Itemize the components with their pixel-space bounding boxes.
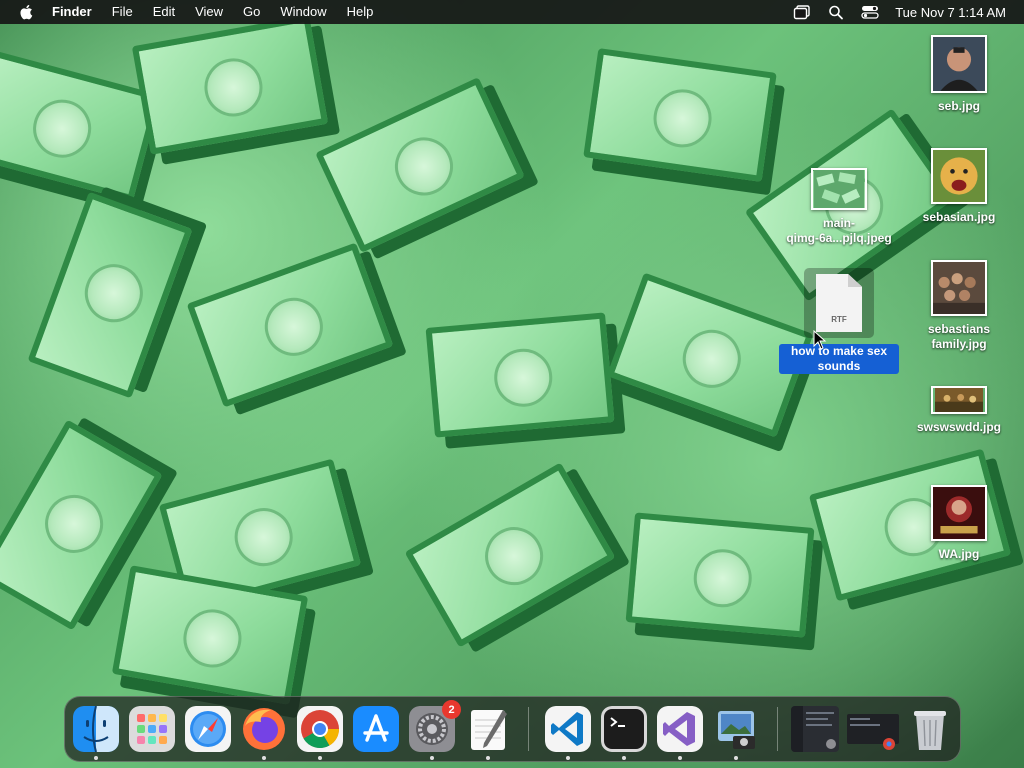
textedit-icon <box>471 710 507 750</box>
dock-launchpad[interactable] <box>129 706 175 752</box>
desktop-file-wa[interactable]: WA.jpg <box>904 485 1014 562</box>
desktop-file-seb[interactable]: seb.jpg <box>904 35 1014 114</box>
photo-thumbnail-icon <box>811 168 867 210</box>
running-indicator <box>318 756 322 760</box>
desktop-file-label: main- qimg-6a...pjlq.jpeg <box>786 216 892 245</box>
visual-studio-icon <box>657 706 703 752</box>
running-indicator <box>566 756 570 760</box>
desktop-file-swswswdd[interactable]: swswswdd.jpg <box>904 386 1014 435</box>
desktop-file-sebastians-family[interactable]: sebastians family.jpg <box>904 260 1014 352</box>
dock-divider <box>528 707 529 751</box>
running-indicator <box>94 756 98 760</box>
desktop-file-label: swswswdd.jpg <box>916 420 1001 434</box>
desktop-wallpaper <box>0 0 1024 768</box>
desktop-file-label: sebasian.jpg <box>922 210 996 224</box>
running-indicator <box>622 756 626 760</box>
running-indicator <box>262 756 266 760</box>
menu-go[interactable]: Go <box>233 0 270 24</box>
launchpad-icon <box>129 706 175 752</box>
photo-thumbnail-icon <box>931 148 987 204</box>
photo-thumbnail-icon <box>931 35 987 93</box>
desktop-file-sebasian[interactable]: sebasian.jpg <box>904 148 1014 225</box>
dock-trash[interactable] <box>907 706 953 752</box>
desktop-file-label: WA.jpg <box>938 547 980 561</box>
dock-firefox[interactable] <box>241 706 287 752</box>
mouse-pointer-icon <box>813 330 827 350</box>
selection-highlight: RTF <box>804 268 874 338</box>
apple-menu-icon[interactable] <box>18 3 36 21</box>
dock-terminal[interactable] <box>601 706 647 752</box>
menu-window[interactable]: Window <box>270 0 336 24</box>
trash-icon <box>914 711 946 750</box>
app-store-icon <box>353 706 399 752</box>
menu-file[interactable]: File <box>102 0 143 24</box>
dock-finder[interactable] <box>73 705 119 753</box>
vscode-icon <box>545 706 591 752</box>
photo-thumbnail-icon <box>931 260 987 316</box>
running-indicator <box>430 756 434 760</box>
running-indicator <box>678 756 682 760</box>
control-center-icon[interactable] <box>861 4 879 20</box>
menu-app-name[interactable]: Finder <box>36 0 102 24</box>
minimized-window-2-icon <box>847 714 899 750</box>
menu-edit[interactable]: Edit <box>143 0 185 24</box>
file-kind-text: RTF <box>831 315 847 324</box>
finder-icon <box>73 705 119 753</box>
dock-minimized-window-1[interactable] <box>791 706 839 752</box>
running-indicator <box>486 756 490 760</box>
chrome-icon <box>297 706 343 752</box>
desktop-file-rtf-document[interactable]: RTF how to make sex sounds <box>779 268 899 374</box>
dock-app-store[interactable] <box>353 706 399 752</box>
spotlight-search-icon[interactable] <box>827 4 845 20</box>
dock-system-settings[interactable]: 2 <box>409 700 461 752</box>
firefox-icon <box>243 708 285 750</box>
terminal-icon <box>601 706 647 752</box>
menu-view[interactable]: View <box>185 0 233 24</box>
dock-vscode[interactable] <box>545 706 591 752</box>
dock: 2 <box>64 696 961 762</box>
notification-badge: 2 <box>442 700 461 719</box>
preview-icon <box>718 711 755 749</box>
dock-minimized-window-2[interactable] <box>847 706 899 752</box>
dock-safari[interactable] <box>185 706 231 752</box>
status-area: Tue Nov 7 1:14 AM <box>793 4 1024 20</box>
photo-thumbnail-icon <box>931 485 987 541</box>
photo-thumbnail-icon <box>931 386 987 414</box>
rtf-document-icon: RTF <box>816 274 862 332</box>
menu-help[interactable]: Help <box>337 0 384 24</box>
dock-visual-studio[interactable] <box>657 706 703 752</box>
minimized-window-1-icon <box>791 706 839 752</box>
dock-preview[interactable] <box>713 706 759 752</box>
dock-chrome[interactable] <box>297 706 343 752</box>
desktop-file-label: how to make sex sounds <box>779 344 899 374</box>
desktop-file-main-qimg[interactable]: main- qimg-6a...pjlq.jpeg <box>784 168 894 246</box>
menu-bar: Finder File Edit View Go Window Help Tue… <box>0 0 1024 24</box>
dock-divider <box>777 707 778 751</box>
running-indicator <box>734 756 738 760</box>
menu-clock[interactable]: Tue Nov 7 1:14 AM <box>895 5 1006 20</box>
safari-icon <box>185 706 231 752</box>
desktop-file-label: seb.jpg <box>937 99 980 113</box>
desktop-file-label: sebastians family.jpg <box>927 322 991 351</box>
stage-manager-icon[interactable] <box>793 4 811 20</box>
dock-textedit[interactable] <box>465 706 511 752</box>
